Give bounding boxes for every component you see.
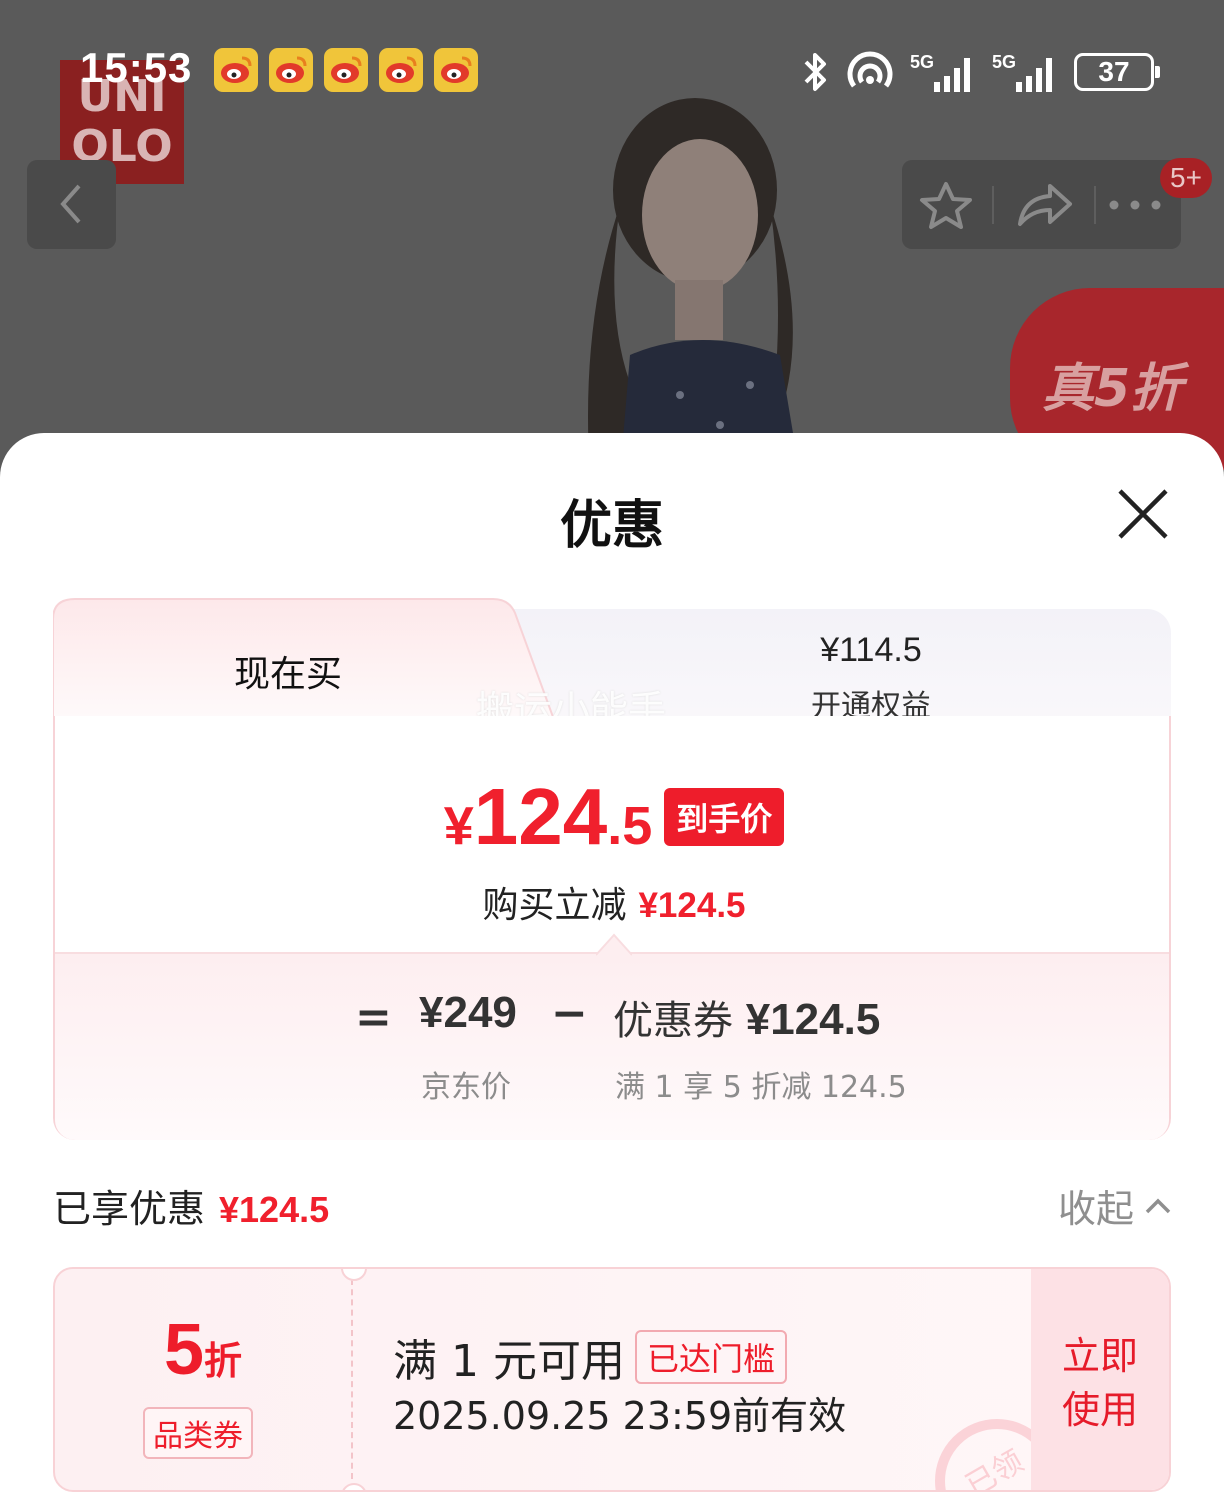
weibo-notification-icon xyxy=(434,48,478,92)
final-price: ¥124.5 到手价 xyxy=(55,771,1173,863)
battery-icon: 37 xyxy=(1074,53,1160,91)
collapse-button[interactable]: 收起 xyxy=(1058,1178,1172,1233)
bluetooth-icon xyxy=(804,53,826,91)
signal-label: 5G xyxy=(992,52,1016,72)
jd-price: ¥249 xyxy=(419,988,517,1037)
final-price-tag: 到手价 xyxy=(664,788,785,846)
use-now-button[interactable]: 立即 使用 xyxy=(1031,1269,1169,1490)
enjoyed-discount: 已享优惠 ¥124.5 xyxy=(53,1187,330,1231)
price-breakdown: ¥124.5 到手价 购买立减 ¥124.5 = ¥249 − 优惠券 ¥124.5… xyxy=(53,716,1171,1140)
sheet-title: 优惠 xyxy=(559,496,664,556)
threshold-reached-badge: 已达门槛 xyxy=(634,1330,787,1384)
signal-5g-icon: 5G xyxy=(910,52,970,92)
discount-sheet: 优惠 ¥114.5 开通权益 现在买 搬运小能手 ¥124.5 到手价 购买立减 ¥… xyxy=(0,433,1224,1510)
product-model-photo xyxy=(588,98,808,470)
notification-badge: 5+ xyxy=(1160,158,1212,198)
chevron-left-icon xyxy=(60,184,81,224)
coupon-rule-text: 满 1 享 5 折减 124.5 xyxy=(615,1070,907,1105)
favorite-star-icon[interactable] xyxy=(916,180,976,230)
status-bar: 15:53 5G 5G 37 xyxy=(0,40,1224,104)
price-card: ¥114.5 开通权益 现在买 搬运小能手 ¥124.5 到手价 购买立减 ¥124… xyxy=(53,597,1171,1140)
weibo-notification-icon xyxy=(379,48,423,92)
share-icon[interactable] xyxy=(1014,180,1076,230)
signal-5g-icon: 5G xyxy=(992,52,1052,92)
hotspot-icon xyxy=(847,51,893,88)
coupon-value: 5折 品类券 xyxy=(55,1269,351,1490)
coupon-card: 5折 品类券 满 1 元可用 已达门槛 2025.09.25 23:59前有效 已… xyxy=(53,1267,1171,1492)
instant-reduction: 购买立减 ¥124.5 xyxy=(482,885,746,926)
weibo-notification-icon xyxy=(269,48,313,92)
more-icon[interactable] xyxy=(1104,180,1166,230)
weibo-notification-icon xyxy=(214,48,258,92)
status-time: 15:53 xyxy=(80,44,193,91)
back-button[interactable] xyxy=(27,160,116,249)
tab-buy-now[interactable]: 现在买 xyxy=(53,645,523,697)
weibo-notification-icon xyxy=(324,48,368,92)
jd-price-label: 京东价 xyxy=(421,1070,511,1105)
chevron-up-icon xyxy=(1145,1198,1171,1213)
top-action-bar xyxy=(902,160,1181,249)
coupon-condition: 满 1 元可用 已达门槛 xyxy=(393,1325,787,1389)
coupon-validity: 2025.09.25 23:59前有效 xyxy=(393,1394,847,1438)
close-icon[interactable] xyxy=(1112,483,1174,545)
price-formula: = ¥249 − 优惠券 ¥124.5 京东价 满 1 享 5 折减 124.5 xyxy=(55,933,1169,1140)
coupon-type-badge: 品类券 xyxy=(143,1407,253,1459)
coupon-deduction: 优惠券 ¥124.5 xyxy=(613,995,881,1044)
signal-label: 5G xyxy=(910,52,934,72)
